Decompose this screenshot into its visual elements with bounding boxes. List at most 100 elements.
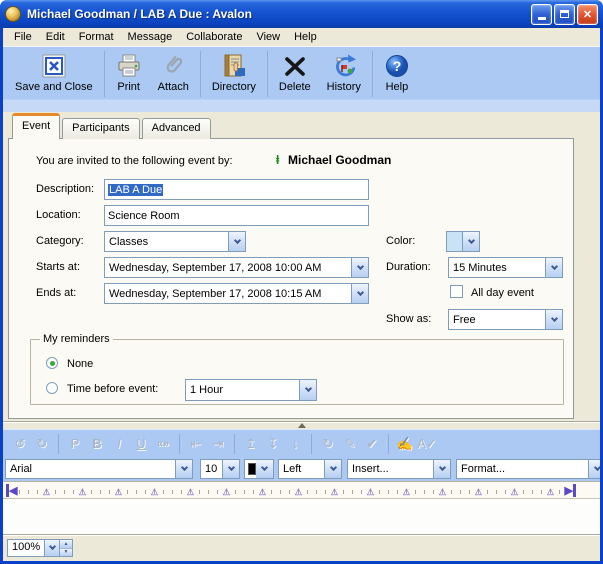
paragraph-icon[interactable]: P [64, 434, 86, 454]
menu-file[interactable]: File [7, 29, 39, 45]
chevron-down-icon[interactable] [44, 540, 59, 556]
signature-icon[interactable]: ✍ [394, 434, 416, 454]
help-icon: ? [384, 52, 410, 80]
menu-help[interactable]: Help [287, 29, 324, 45]
tabstop-marker[interactable]: △ [547, 485, 554, 497]
history-button[interactable]: History [319, 50, 369, 97]
color-label: Color: [386, 235, 415, 247]
edit-pen-icon[interactable]: ✎ [339, 434, 361, 454]
bold-icon[interactable]: B [86, 434, 108, 454]
font-size-select[interactable]: 10 [200, 459, 240, 479]
spin-up-icon[interactable]: ▲ [60, 540, 72, 548]
redo-icon[interactable]: ↻ [31, 434, 53, 454]
tabstop-marker[interactable]: △ [403, 485, 410, 497]
description-value: LAB A Due [108, 184, 163, 196]
tabstop-marker[interactable]: △ [79, 485, 86, 497]
font-family-select[interactable]: Arial [5, 459, 193, 479]
close-icon: ✕ [583, 8, 592, 21]
ruler[interactable]: ◀ ▶ △ △ △ △ △ △ △ △ △ △ △ △ △ △ △ [3, 481, 600, 499]
italic-icon[interactable]: I [108, 434, 130, 454]
spin-down-icon[interactable]: ▼ [60, 548, 72, 557]
menu-view[interactable]: View [249, 29, 287, 45]
tabstop-marker[interactable]: △ [115, 485, 122, 497]
reminder-time-select[interactable]: 1 Hour [185, 379, 317, 401]
chevron-down-icon [351, 258, 368, 277]
approve-icon[interactable]: ✔ [361, 434, 383, 454]
location-input[interactable]: Science Room [104, 205, 369, 226]
save-and-close-button[interactable]: Save and Close [7, 50, 101, 97]
splitter-grip-icon [298, 423, 306, 428]
message-body[interactable] [3, 499, 600, 534]
close-button[interactable]: ✕ [577, 4, 598, 25]
tabstop-marker[interactable]: △ [151, 485, 158, 497]
outdent-icon[interactable]: ⇤ [185, 434, 207, 454]
save-and-close-icon [41, 52, 67, 80]
maximize-button[interactable] [554, 4, 575, 25]
tabstop-marker[interactable]: △ [43, 485, 50, 497]
maximize-icon [560, 10, 569, 18]
directory-button[interactable]: Directory [204, 50, 264, 97]
font-color-select[interactable] [244, 459, 274, 479]
all-day-checkbox[interactable] [450, 285, 463, 298]
insert-below-icon[interactable]: ↓ [284, 434, 306, 454]
align-select[interactable]: Left [278, 459, 342, 479]
zoom-spinner[interactable]: ▲▼ [59, 540, 72, 556]
ends-at-select[interactable]: Wednesday, September 17, 2008 10:15 AM [104, 283, 369, 304]
tab-event[interactable]: Event [12, 113, 60, 139]
delete-button[interactable]: Delete [271, 50, 319, 97]
splitter-bar[interactable] [3, 421, 600, 429]
format-select[interactable]: Format... [456, 459, 600, 479]
help-button[interactable]: ? Help [376, 50, 418, 97]
organizer-name: Michael Goodman [288, 153, 391, 167]
title-bar[interactable]: Michael Goodman / LAB A Due : Avalon ✕ [0, 0, 603, 28]
menu-edit[interactable]: Edit [39, 29, 72, 45]
ruler-ticks [19, 490, 566, 494]
spellcheck-icon[interactable]: A✓ [416, 434, 438, 454]
chevron-down-icon [462, 232, 479, 251]
menu-message[interactable]: Message [121, 29, 180, 45]
indent-icon[interactable]: ⇥ [207, 434, 229, 454]
description-label: Description: [36, 183, 94, 195]
insert-select[interactable]: Insert... [347, 459, 451, 479]
toolbar-separator [372, 51, 373, 97]
undo-icon[interactable]: ↺ [9, 434, 31, 454]
tabstop-marker[interactable]: △ [223, 485, 230, 497]
attach-button[interactable]: Attach [150, 50, 197, 97]
reminder-none-radio[interactable] [46, 357, 58, 369]
show-as-select[interactable]: Free [448, 309, 563, 330]
print-button[interactable]: Print [108, 50, 150, 97]
ruler-left-margin-marker[interactable]: ◀ [6, 483, 17, 497]
color-select[interactable] [446, 231, 480, 252]
tab-participants[interactable]: Participants [62, 118, 139, 139]
quote-icon[interactable]: «» [152, 434, 174, 454]
menu-format[interactable]: Format [72, 29, 121, 45]
minimize-button[interactable] [531, 4, 552, 25]
spacing-before-icon[interactable]: ↥ [240, 434, 262, 454]
toolbar-separator [104, 51, 105, 97]
tabstop-marker[interactable]: △ [259, 485, 266, 497]
zoom-control[interactable]: 100% ▲▼ [7, 539, 73, 557]
category-select[interactable]: Classes [104, 231, 246, 252]
rewrap-icon[interactable]: ↻ [317, 434, 339, 454]
tabstop-marker[interactable]: △ [331, 485, 338, 497]
location-value: Science Room [108, 210, 180, 222]
tabstop-marker[interactable]: △ [475, 485, 482, 497]
spacing-after-icon[interactable]: ↧ [262, 434, 284, 454]
menu-collaborate[interactable]: Collaborate [179, 29, 249, 45]
invited-label: You are invited to the following event b… [36, 155, 233, 167]
chevron-down-icon [545, 310, 562, 329]
tab-advanced[interactable]: Advanced [142, 118, 211, 139]
tabstop-marker[interactable]: △ [511, 485, 518, 497]
zoom-value: 100% [8, 540, 44, 556]
starts-at-select[interactable]: Wednesday, September 17, 2008 10:00 AM [104, 257, 369, 278]
tabstop-marker[interactable]: △ [187, 485, 194, 497]
tabstop-marker[interactable]: △ [295, 485, 302, 497]
tabstop-marker[interactable]: △ [367, 485, 374, 497]
reminder-time-radio[interactable] [46, 382, 58, 394]
chevron-down-icon [433, 460, 450, 478]
ruler-right-margin-marker[interactable]: ▶ [565, 483, 576, 497]
underline-icon[interactable]: U [130, 434, 152, 454]
description-input[interactable]: LAB A Due [104, 179, 369, 200]
tabstop-marker[interactable]: △ [439, 485, 446, 497]
duration-select[interactable]: 15 Minutes [448, 257, 563, 278]
